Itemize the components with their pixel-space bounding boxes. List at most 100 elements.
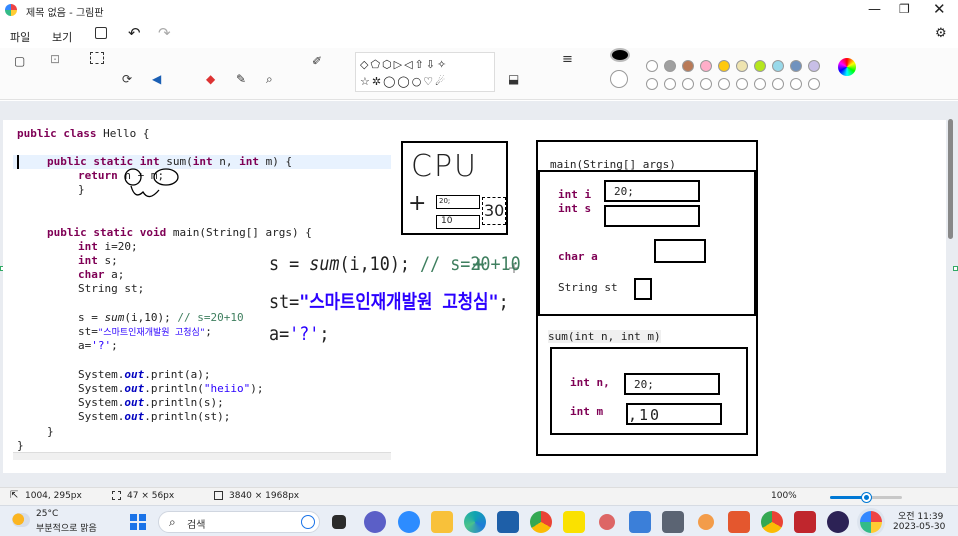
clock-time[interactable]: 오전 11:39 [898,509,943,522]
redo-icon[interactable]: ↷ [158,24,171,42]
close-button[interactable]: ✕ [933,0,946,18]
undo-icon[interactable]: ↶ [128,24,141,42]
custom-color-slot[interactable] [700,78,712,90]
main-frame: int i 20; int s char a String st [538,170,756,316]
eclipse-icon[interactable] [827,511,849,533]
crop-icon[interactable]: ⊡ [50,52,60,66]
cpu-result-box: 30 [482,197,506,225]
search-box[interactable]: ⌕ 검색 [158,511,320,533]
menu-file[interactable]: 파일 [10,29,30,45]
fill-icon[interactable]: ⬓ [508,72,519,86]
maximize-button[interactable]: ❐ [899,2,910,16]
clock-date[interactable]: 2023-05-30 [893,522,945,532]
canvas-size: 3840 × 1968px [229,491,300,501]
cpu-label: CPU [411,149,478,184]
string-st-label: String st [558,281,618,294]
search-icon: ⌕ [169,515,176,529]
sum-frame-title: sum(int n, int m) [548,330,661,343]
chrome-icon[interactable] [530,511,552,533]
custom-color-slot[interactable] [736,78,748,90]
cpu-register-1: 20; [436,195,480,209]
weather-temp[interactable]: 25°C [36,509,58,519]
edge-icon[interactable] [464,511,486,533]
color-picker-icon[interactable]: ✎ [236,72,246,86]
color-swatch[interactable] [808,60,820,72]
app-icon-red[interactable] [728,511,750,533]
cpu-result-value: 30 [484,201,505,220]
zoom-slider-fill [830,496,866,499]
save-icon[interactable] [95,27,107,39]
rect-select-icon[interactable] [90,52,104,64]
taskbar: 25°C 부분적으로 맑음 ⌕ 검색 오전 11:39 2023-05-30 [0,505,958,536]
shapes-row2-icon[interactable]: ☆✲◯◯○♡☄ [360,75,447,88]
teams-icon[interactable] [364,511,386,533]
color-swatch[interactable] [700,60,712,72]
weather-icon[interactable] [12,513,30,527]
kakaotalk-icon[interactable] [563,511,585,533]
app-icon-darkred[interactable] [794,511,816,533]
menu-bar: 파일 보기 ↶ ↷ ⚙ [0,22,958,48]
paint-taskbar-icon[interactable] [860,511,882,533]
brush-icon[interactable]: ✐ [312,54,322,68]
overlay-st-line: st="스마트인재개발원 고청심"; [269,291,509,313]
color-swatch[interactable] [772,60,784,72]
color-swatch[interactable] [790,60,802,72]
chrome-profile-icon[interactable] [761,511,783,533]
custom-color-slot[interactable] [772,78,784,90]
cpu-register-1-value: 20; [439,197,451,205]
int-i-cell: 20; [604,180,700,202]
cpu-register-2: 10 [436,215,480,229]
secondary-color[interactable] [610,70,628,88]
color-swatch[interactable] [646,60,658,72]
color-swatch[interactable] [664,60,676,72]
weather-desc[interactable]: 부분적으로 맑음 [36,521,97,534]
shapes-row1-icon[interactable]: ◇⬠⬡▷◁⇧⇩✧ [360,58,448,71]
zoom-icon[interactable] [398,511,420,533]
overlay-a-line: a='?'; [269,323,330,345]
shapes-gallery[interactable]: ◇⬠⬡▷◁⇧⇩✧ ☆✲◯◯○♡☄ [355,52,495,92]
primary-color[interactable] [610,48,630,62]
select-tool-icon[interactable]: ▢ [14,54,25,68]
color-swatch[interactable] [682,60,694,72]
menu-view[interactable]: 보기 [52,29,72,45]
rotate-icon[interactable]: ⟳ [122,72,132,86]
file-explorer-icon[interactable] [431,511,453,533]
int-i-label: int i [558,188,592,201]
color-swatch[interactable] [736,60,748,72]
flip-icon[interactable]: ◀ [152,72,161,86]
snipping-tool-icon[interactable] [599,514,615,530]
task-view-icon[interactable] [332,515,346,529]
eraser-icon[interactable]: ◆ [206,72,215,86]
custom-color-slot[interactable] [682,78,694,90]
vertical-scrollbar[interactable] [948,119,953,239]
custom-color-slot[interactable] [664,78,676,90]
custom-color-slot[interactable] [718,78,730,90]
magnifier-icon[interactable]: ⌕ [266,72,273,87]
minimize-button[interactable]: — [868,2,881,17]
line-size-icon[interactable]: ≡ [562,52,573,67]
cpu-box: CPU + 20; 10 30 [401,141,508,235]
bing-icon [301,515,315,529]
zoom-level: 100% [771,491,797,501]
window-title: 제목 없음 - 그림판 [26,8,104,19]
drawing-canvas[interactable]: public class Hello { public static int s… [3,120,946,473]
custom-color-slot[interactable] [646,78,658,90]
start-button[interactable] [130,514,146,530]
store-icon[interactable] [497,511,519,533]
app-icon-orange[interactable] [698,514,714,530]
zoom-slider-thumb[interactable] [862,493,871,502]
custom-color-slot[interactable] [754,78,766,90]
color-swatch[interactable] [754,60,766,72]
canvas-handle-right[interactable] [953,266,958,271]
color-swatch[interactable] [718,60,730,72]
custom-color-slot[interactable] [790,78,802,90]
int-s-label: int s [558,202,592,215]
settings-icon[interactable]: ⚙ [935,26,947,41]
calculator-icon[interactable] [662,511,684,533]
zoom-slider[interactable] [830,493,902,502]
custom-color-slot[interactable] [808,78,820,90]
status-bar: ⇱ 1004, 295px 47 × 56px 3840 × 1968px 10… [0,487,958,505]
edit-colors-icon[interactable] [838,58,856,76]
sum-frame: int n, 20; int m ,10 [550,347,748,435]
notepad-icon[interactable] [629,511,651,533]
